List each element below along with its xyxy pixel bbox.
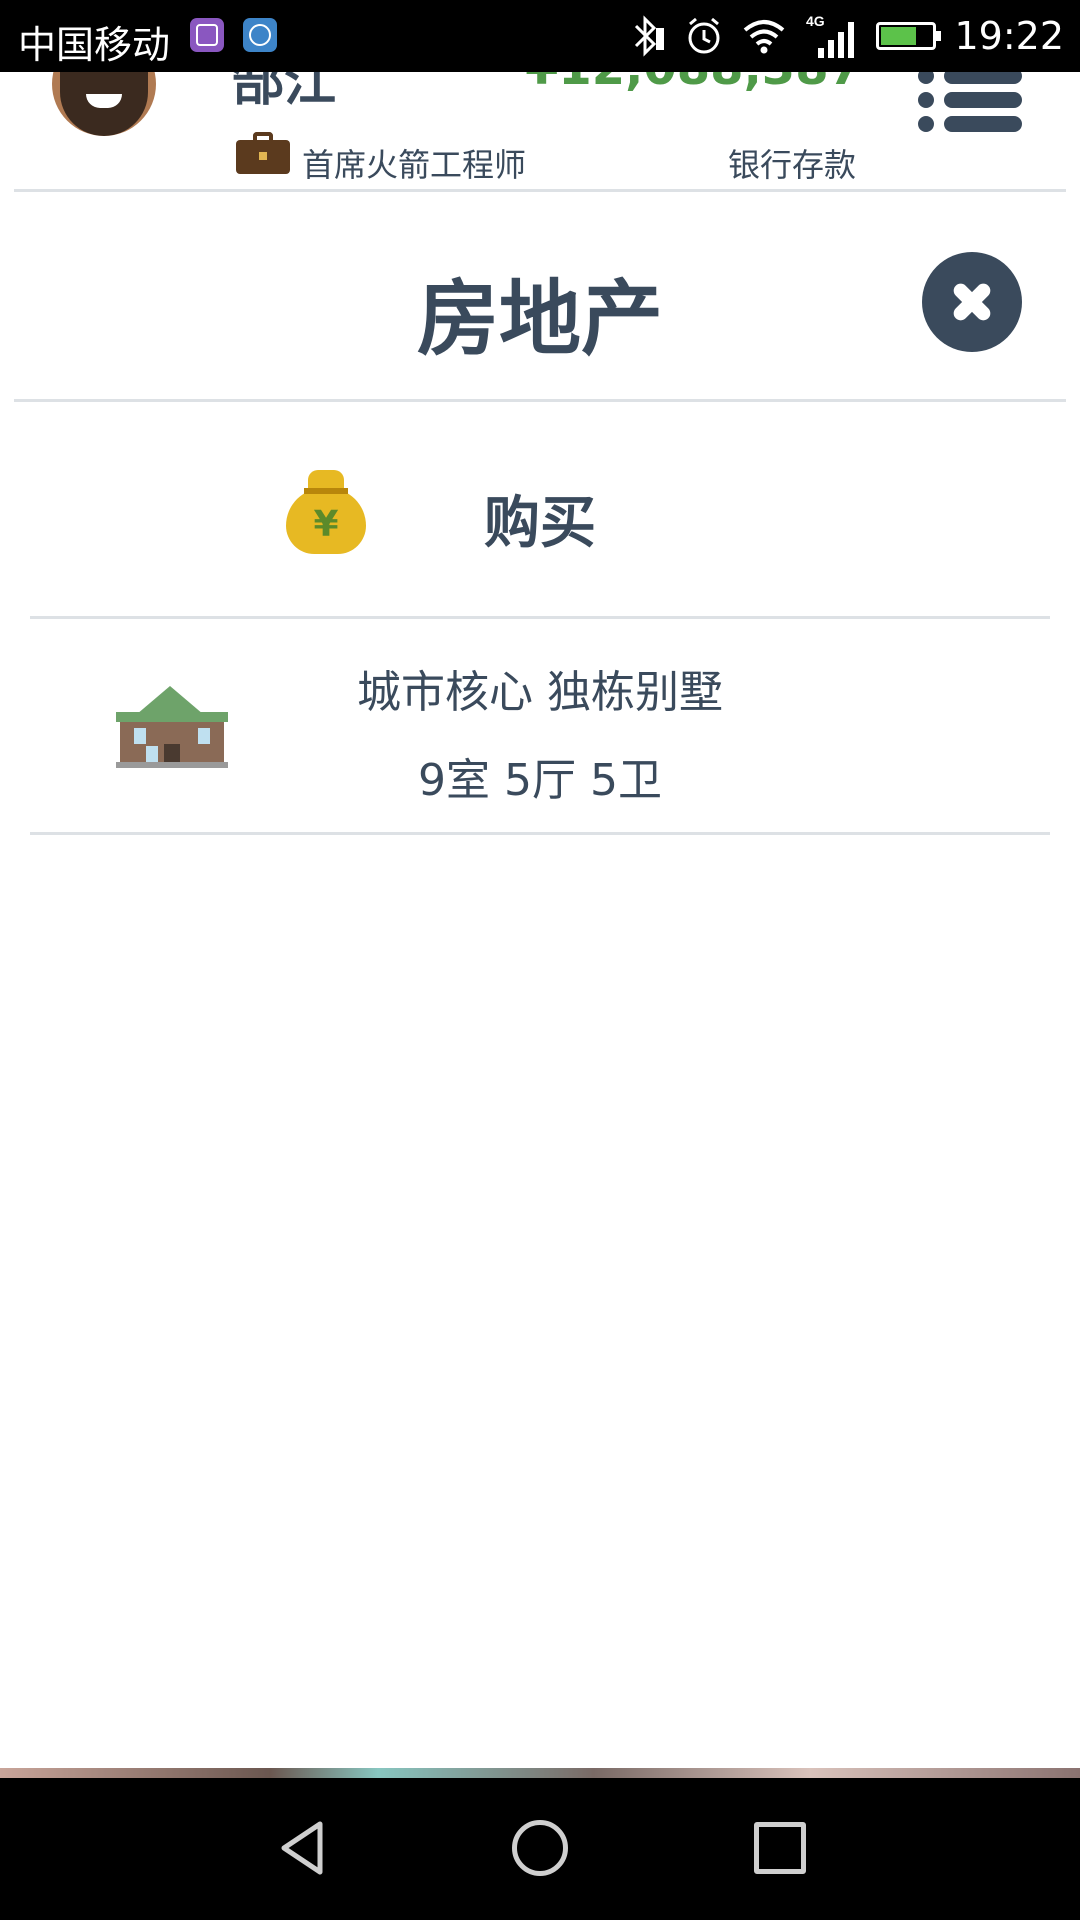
property-divider <box>30 832 1050 835</box>
buy-label: 购买 <box>484 491 596 556</box>
balance-label: 银行存款 <box>728 146 857 184</box>
balance-amount: ¥12,088,387 <box>525 72 862 96</box>
property-rooms: 9室 5厅 5卫 <box>418 755 662 806</box>
gallery-icon <box>190 18 224 52</box>
job-title: 首席火箭工程师 <box>302 146 527 184</box>
back-icon[interactable] <box>278 1820 326 1876</box>
avatar[interactable] <box>52 72 156 136</box>
carrier-label: 中国移动 <box>18 23 171 67</box>
list-item[interactable]: 城市核心 独栋别墅 9室 5厅 5卫 <box>30 620 1050 830</box>
home-icon[interactable] <box>512 1820 568 1876</box>
header-divider <box>14 189 1066 192</box>
clock: 19:22 <box>954 14 1064 58</box>
bluetooth-icon <box>635 15 665 57</box>
profile-header: 郜江 ¥12,088,387 首席火箭工程师 银行存款 <box>0 72 1080 192</box>
buy-button[interactable]: ¥ 购买 <box>30 402 1050 616</box>
property-name: 城市核心 独栋别墅 <box>357 667 723 718</box>
close-button[interactable] <box>922 252 1022 352</box>
ad-banner[interactable] <box>0 1768 1080 1778</box>
page-title: 房地产 <box>416 272 663 367</box>
alarm-icon <box>688 17 720 54</box>
info-icon <box>243 18 277 52</box>
navigation-bar <box>0 1778 1080 1920</box>
buy-divider <box>30 616 1050 619</box>
menu-icon[interactable] <box>918 72 1022 132</box>
wifi-icon <box>744 20 785 54</box>
battery-icon <box>876 22 942 50</box>
recents-icon[interactable] <box>754 1822 806 1874</box>
network-type: 4G <box>806 13 825 29</box>
briefcase-icon <box>236 132 290 174</box>
signal-icon: 4G <box>806 13 855 58</box>
user-name: 郜江 <box>232 72 337 113</box>
status-bar: 中国移动 4G 19:22 <box>0 0 1080 72</box>
